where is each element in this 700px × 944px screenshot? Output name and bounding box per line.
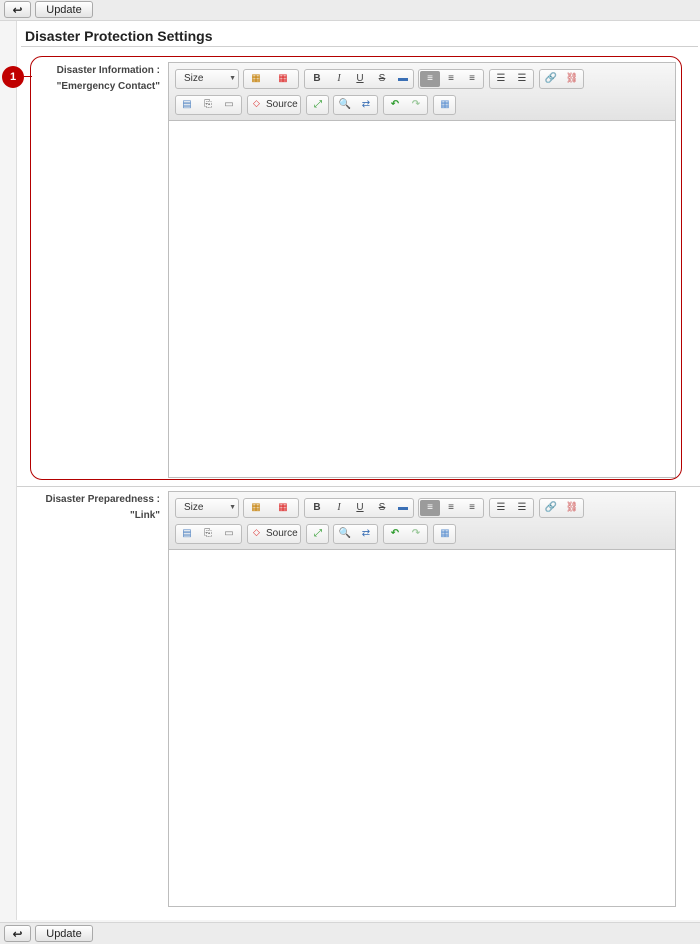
back-arrow-icon: ↩ bbox=[12, 3, 23, 17]
replace-icon[interactable]: ⇄ bbox=[356, 526, 376, 542]
undo-icon[interactable]: ↶ bbox=[385, 526, 405, 542]
clipboard-group: ▤ ⎘ ▭ bbox=[175, 524, 242, 544]
highlight-icon[interactable]: ▬ bbox=[393, 500, 413, 516]
find-group: 🔍 ⇄ bbox=[333, 524, 378, 544]
align-group: ≡ ≡ ≡ bbox=[418, 498, 484, 518]
callout-number-badge: 1 bbox=[2, 66, 24, 88]
highlight-callout bbox=[30, 56, 682, 480]
blocks-group: ▦ bbox=[433, 524, 456, 544]
font-size-select[interactable]: Size ▼ bbox=[175, 498, 239, 518]
redo-icon[interactable]: ↷ bbox=[406, 526, 426, 542]
format-group: B I U S ▬ bbox=[304, 498, 414, 518]
maximize-group: ⤢ bbox=[306, 524, 329, 544]
editor-content-area[interactable] bbox=[169, 550, 675, 906]
back-arrow-icon: ↩ bbox=[12, 927, 23, 941]
italic-icon[interactable]: I bbox=[329, 500, 349, 516]
source-button[interactable]: ◇ Source bbox=[247, 524, 301, 544]
update-button[interactable]: Update bbox=[35, 925, 93, 942]
list-group: ☰ ☰ bbox=[489, 498, 534, 518]
paste-word-icon[interactable]: ⎘ bbox=[198, 526, 218, 542]
back-button[interactable]: ↩ bbox=[4, 1, 31, 18]
preparedness-link-editor[interactable]: Size ▼ ▦ ▦ B I U S ▬ ≡ ≡ ≡ ☰ ☰ 🔗 ⛓ ▤ ⎘ ▭… bbox=[168, 491, 676, 907]
editor-toolbar: Size ▼ ▦ ▦ B I U S ▬ ≡ ≡ ≡ ☰ ☰ 🔗 ⛓ ▤ ⎘ ▭… bbox=[169, 492, 675, 550]
color-group: ▦ ▦ bbox=[243, 498, 299, 518]
unordered-list-icon[interactable]: ☰ bbox=[512, 500, 532, 516]
title-divider bbox=[21, 46, 698, 47]
page-title: Disaster Protection Settings bbox=[25, 28, 213, 44]
paste-text-icon[interactable]: ▤ bbox=[177, 526, 197, 542]
align-center-icon[interactable]: ≡ bbox=[441, 500, 461, 516]
link-group: 🔗 ⛓ bbox=[539, 498, 584, 518]
link-icon[interactable]: 🔗 bbox=[541, 500, 561, 516]
bold-icon[interactable]: B bbox=[307, 500, 327, 516]
field-label-preparedness-link: Disaster Preparedness : "Link" bbox=[45, 494, 160, 521]
text-color-icon[interactable]: ▦ bbox=[246, 500, 266, 516]
update-button[interactable]: Update bbox=[35, 1, 93, 18]
strike-icon[interactable]: S bbox=[372, 500, 392, 516]
undo-group: ↶ ↷ bbox=[383, 524, 428, 544]
bottom-toolbar: ↩ Update bbox=[0, 922, 700, 944]
ordered-list-icon[interactable]: ☰ bbox=[491, 500, 511, 516]
align-left-icon[interactable]: ≡ bbox=[420, 500, 440, 516]
source-icon: ◇ bbox=[253, 527, 260, 537]
find-icon[interactable]: 🔍 bbox=[335, 526, 355, 542]
back-button[interactable]: ↩ bbox=[4, 925, 31, 942]
callout-connector bbox=[24, 76, 32, 77]
maximize-icon[interactable]: ⤢ bbox=[308, 526, 328, 542]
align-right-icon[interactable]: ≡ bbox=[462, 500, 482, 516]
top-toolbar: ↩ Update bbox=[0, 0, 700, 21]
underline-icon[interactable]: U bbox=[350, 500, 370, 516]
field-divider bbox=[17, 486, 700, 487]
show-blocks-icon[interactable]: ▦ bbox=[435, 526, 455, 542]
preview-icon[interactable]: ▭ bbox=[219, 526, 239, 542]
table-insert-icon[interactable]: ▦ bbox=[273, 500, 293, 516]
unlink-icon[interactable]: ⛓ bbox=[562, 500, 582, 516]
